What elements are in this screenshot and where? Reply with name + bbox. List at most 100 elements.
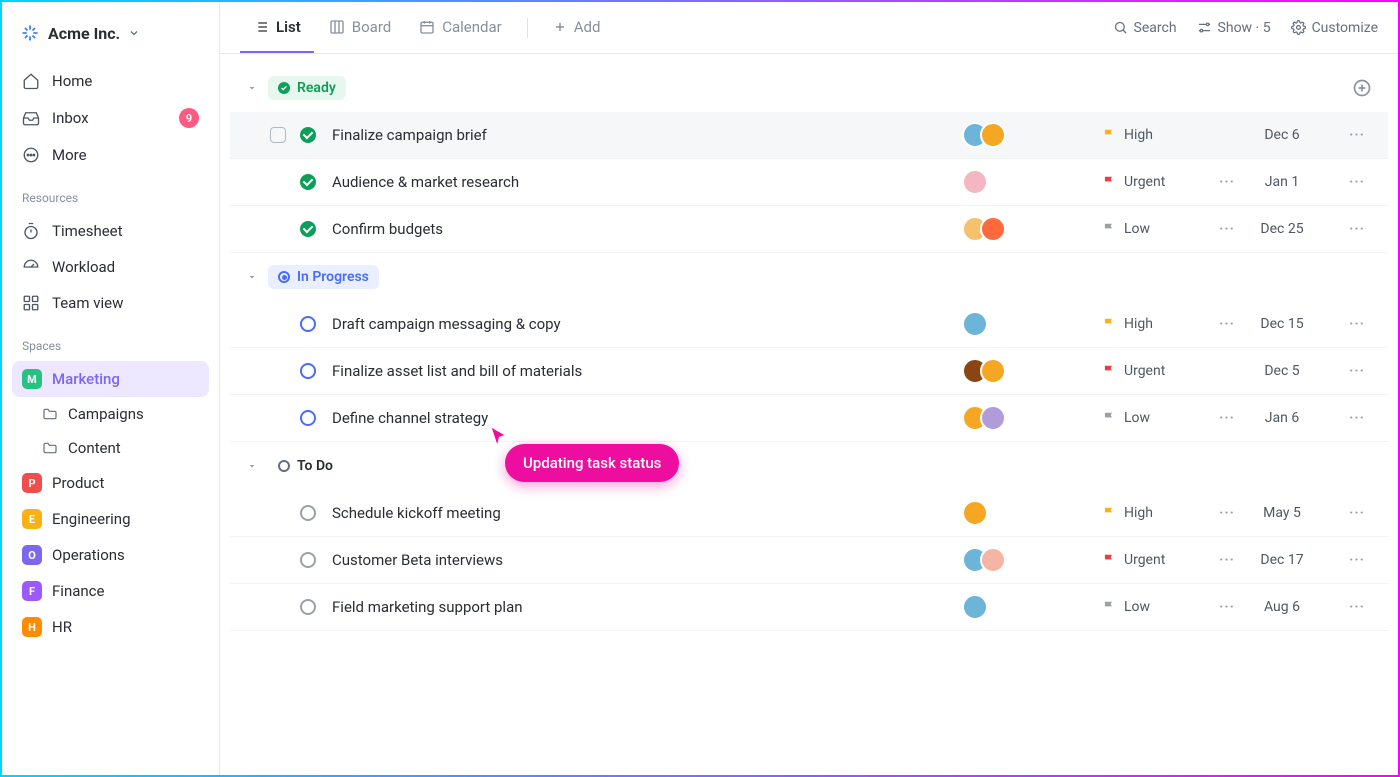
task-actions[interactable]: ··· (1342, 316, 1372, 332)
task-actions[interactable]: ··· (1342, 127, 1372, 143)
task-assignees[interactable] (962, 358, 1022, 384)
task-title[interactable]: Draft campaign messaging & copy (332, 315, 962, 333)
avatar[interactable] (962, 500, 988, 526)
task-status-toggle[interactable] (300, 363, 316, 379)
task-actions[interactable]: ··· (1342, 410, 1372, 426)
task-assignees[interactable] (962, 216, 1022, 242)
task-actions[interactable]: ··· (1342, 552, 1372, 568)
task-title[interactable]: Finalize campaign brief (332, 126, 962, 144)
task-status-toggle[interactable] (300, 221, 316, 237)
space-item-engineering[interactable]: EEngineering (12, 501, 209, 537)
space-item-hr[interactable]: HHR (12, 609, 209, 645)
task-status-toggle[interactable] (300, 599, 316, 615)
task-due-date[interactable]: Dec 15 (1242, 316, 1322, 332)
task-status-toggle[interactable] (300, 410, 316, 426)
add-task-button[interactable] (1352, 78, 1372, 98)
task-row[interactable]: Define channel strategy Low ··· Jan 6 ··… (230, 395, 1388, 442)
task-actions[interactable]: ··· (1342, 599, 1372, 615)
subtask-indicator[interactable]: ··· (1212, 221, 1242, 237)
task-title[interactable]: Schedule kickoff meeting (332, 504, 962, 522)
task-priority[interactable]: High (1102, 316, 1212, 332)
space-item-finance[interactable]: FFinance (12, 573, 209, 609)
avatar[interactable] (980, 358, 1006, 384)
task-due-date[interactable]: Jan 6 (1242, 410, 1322, 426)
task-row[interactable]: Finalize asset list and bill of material… (230, 348, 1388, 395)
view-tab-add[interactable]: Add (540, 3, 614, 53)
task-due-date[interactable]: Jan 1 (1242, 174, 1322, 190)
toolbar-search[interactable]: Search (1113, 20, 1177, 36)
avatar[interactable] (980, 216, 1006, 242)
task-row[interactable]: Customer Beta interviews Urgent ··· Dec … (230, 537, 1388, 584)
task-title[interactable]: Define channel strategy (332, 409, 962, 427)
avatar[interactable] (962, 594, 988, 620)
task-assignees[interactable] (962, 311, 1022, 337)
task-title[interactable]: Confirm budgets (332, 220, 962, 238)
task-priority[interactable]: High (1102, 127, 1212, 143)
sidebar-item-timesheet[interactable]: Timesheet (12, 213, 209, 249)
avatar[interactable] (962, 169, 988, 195)
toolbar-customize[interactable]: Customize (1291, 20, 1378, 36)
task-due-date[interactable]: Aug 6 (1242, 599, 1322, 615)
task-assignees[interactable] (962, 122, 1022, 148)
avatar[interactable] (980, 122, 1006, 148)
avatar[interactable] (980, 547, 1006, 573)
toolbar-show[interactable]: Show · 5 (1197, 20, 1271, 36)
task-priority[interactable]: Low (1102, 221, 1212, 237)
sidebar-item-workload[interactable]: Workload (12, 249, 209, 285)
group-status-pill[interactable]: Ready (268, 76, 346, 100)
subtask-indicator[interactable]: ··· (1212, 174, 1242, 190)
subtask-indicator[interactable]: ··· (1212, 599, 1242, 615)
task-status-toggle[interactable] (300, 505, 316, 521)
task-row[interactable]: Field marketing support plan Low ··· Aug… (230, 584, 1388, 631)
task-title[interactable]: Field marketing support plan (332, 598, 962, 616)
task-status-toggle[interactable] (300, 552, 316, 568)
task-due-date[interactable]: May 5 (1242, 505, 1322, 521)
task-actions[interactable]: ··· (1342, 363, 1372, 379)
task-row[interactable]: Finalize campaign brief High Dec 6 ··· (230, 112, 1388, 159)
workspace-switcher[interactable]: Acme Inc. (12, 17, 209, 49)
sidebar-item-inbox[interactable]: Inbox 9 (12, 99, 209, 137)
task-priority[interactable]: Urgent (1102, 174, 1212, 190)
sidebar-item-teamview[interactable]: Team view (12, 285, 209, 321)
space-item-operations[interactable]: OOperations (12, 537, 209, 573)
task-assignees[interactable] (962, 594, 1022, 620)
group-status-pill[interactable]: In Progress (268, 265, 379, 289)
task-assignees[interactable] (962, 169, 1022, 195)
task-checkbox[interactable] (270, 127, 286, 143)
task-actions[interactable]: ··· (1342, 174, 1372, 190)
task-priority[interactable]: Urgent (1102, 363, 1212, 379)
subtask-indicator[interactable]: ··· (1212, 505, 1242, 521)
task-actions[interactable]: ··· (1342, 505, 1372, 521)
task-status-toggle[interactable] (300, 316, 316, 332)
task-assignees[interactable] (962, 500, 1022, 526)
task-assignees[interactable] (962, 547, 1022, 573)
avatar[interactable] (980, 405, 1006, 431)
task-priority[interactable]: High (1102, 505, 1212, 521)
space-item-product[interactable]: PProduct (12, 465, 209, 501)
task-title[interactable]: Customer Beta interviews (332, 551, 962, 569)
task-priority[interactable]: Low (1102, 599, 1212, 615)
group-status-pill[interactable]: To Do (268, 454, 343, 478)
task-priority[interactable]: Urgent (1102, 552, 1212, 568)
task-status-toggle[interactable] (300, 127, 316, 143)
task-row[interactable]: Confirm budgets Low ··· Dec 25 ··· (230, 206, 1388, 253)
task-actions[interactable]: ··· (1342, 221, 1372, 237)
task-due-date[interactable]: Dec 25 (1242, 221, 1322, 237)
avatar[interactable] (962, 311, 988, 337)
task-title[interactable]: Finalize asset list and bill of material… (332, 362, 962, 380)
task-due-date[interactable]: Dec 6 (1242, 127, 1322, 143)
task-row[interactable]: Schedule kickoff meeting High ··· May 5 … (230, 490, 1388, 537)
task-assignees[interactable] (962, 405, 1022, 431)
task-row[interactable]: Audience & market research Urgent ··· Ja… (230, 159, 1388, 206)
collapse-icon[interactable] (246, 82, 258, 94)
view-tab-calendar[interactable]: Calendar (406, 3, 515, 53)
subtask-indicator[interactable]: ··· (1212, 316, 1242, 332)
sidebar-item-more[interactable]: More (12, 137, 209, 173)
task-title[interactable]: Audience & market research (332, 173, 962, 191)
task-priority[interactable]: Low (1102, 410, 1212, 426)
folder-item-content[interactable]: Content (12, 431, 209, 465)
folder-item-campaigns[interactable]: Campaigns (12, 397, 209, 431)
collapse-icon[interactable] (246, 460, 258, 472)
task-due-date[interactable]: Dec 5 (1242, 363, 1322, 379)
subtask-indicator[interactable]: ··· (1212, 410, 1242, 426)
